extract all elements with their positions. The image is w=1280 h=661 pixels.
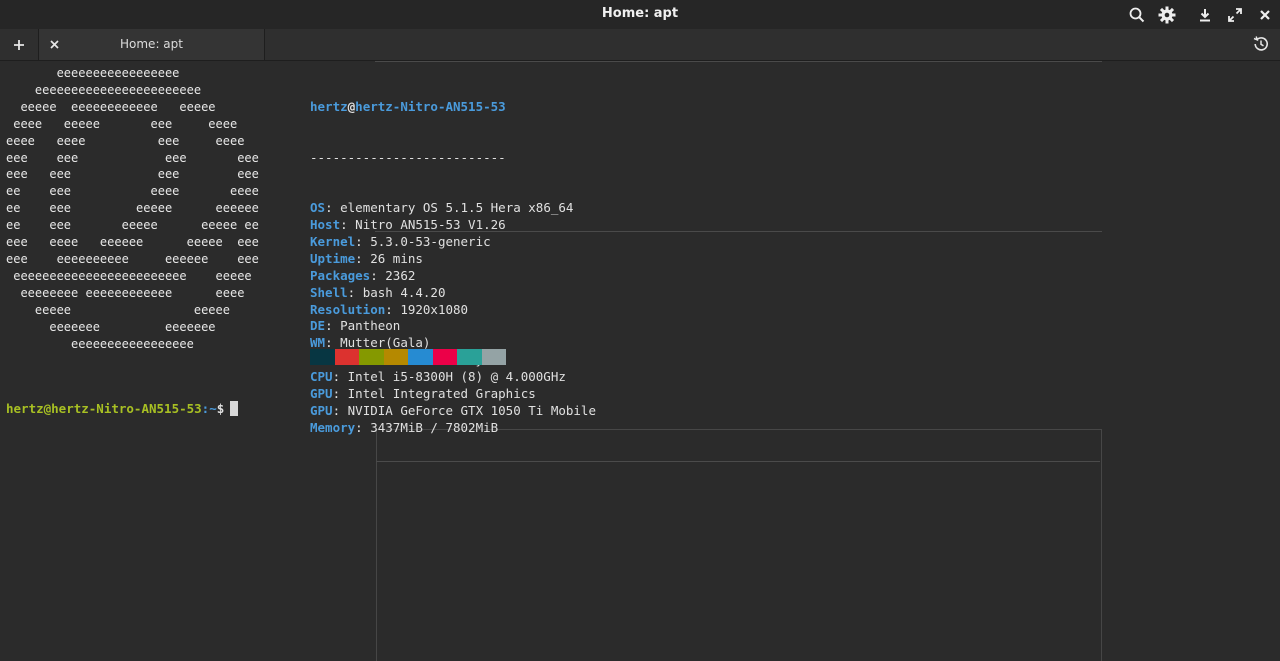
info-row-shell: Shell: bash 4.4.20 (310, 284, 446, 300)
info-value: 5.3.0-53-generic (370, 234, 491, 249)
palette-swatch (310, 349, 335, 365)
color-palette (310, 349, 506, 365)
info-host: hertz-Nitro-AN515-53 (355, 98, 506, 114)
prompt-symbol: $ (216, 401, 225, 416)
info-row-gpu: GPU: Intel Integrated Graphics (310, 386, 536, 402)
palette-swatch (334, 349, 359, 365)
info-value: 2362 (385, 267, 416, 283)
plus-icon (14, 39, 24, 50)
info-value: 1920x1080 (400, 301, 469, 317)
new-tab-button[interactable] (0, 29, 39, 60)
info-row-memory: Memory: 3437MiB / 7802MiB (310, 419, 499, 435)
palette-swatch (432, 349, 457, 365)
info-user: hertz (310, 98, 348, 114)
window-title: Home: apt (601, 6, 679, 21)
title-bar: Home: apt (0, 0, 1280, 29)
info-value: NVIDIA GeForce GTX 1050 Ti Mobile (347, 402, 596, 418)
gear-icon[interactable] (1156, 4, 1178, 26)
system-info: hertz@hertz-Nitro-AN515-53 -------------… (310, 65, 596, 471)
info-value: Pantheon (340, 318, 401, 334)
fullscreen-icon[interactable] (1224, 4, 1246, 26)
tab-label: Home: apt (120, 37, 183, 51)
palette-swatch (359, 349, 384, 365)
info-key: GPU (310, 402, 333, 418)
tab-bar: Home: apt (0, 29, 1280, 61)
info-key: DE (310, 318, 326, 334)
info-key: Memory (310, 419, 356, 435)
close-icon[interactable] (1254, 4, 1276, 26)
info-row-resolution: Resolution: 1920x1080 (310, 301, 469, 317)
info-value: Intel i5-8300H (8) @ 4.000GHz (347, 369, 566, 385)
info-row-uptime: Uptime: 26 mins (310, 250, 423, 266)
palette-swatch (457, 349, 482, 365)
palette-swatch (481, 349, 506, 365)
info-key: Uptime (310, 250, 356, 266)
info-value: Nitro AN515-53 V1.26 (355, 217, 506, 233)
prompt-path: :~ (201, 401, 217, 416)
info-row-kernel: Kernel: 5.3.0-53-generic (310, 234, 491, 249)
palette-swatch (383, 349, 408, 365)
user-host-line: hertz@hertz-Nitro-AN515-53 (310, 98, 506, 114)
info-key: OS (310, 200, 326, 216)
info-value: 3437MiB / 7802MiB (370, 419, 499, 435)
download-icon[interactable] (1194, 4, 1216, 26)
info-row-de: DE: Pantheon (310, 318, 401, 334)
info-value: 26 mins (370, 250, 423, 266)
info-key: Host (310, 217, 341, 233)
info-key: Packages (310, 267, 371, 283)
shell-prompt[interactable]: hertz@hertz-Nitro-AN515-53:~$ (6, 401, 239, 416)
info-value: bash 4.4.20 (362, 284, 446, 300)
tab-home-apt[interactable]: Home: apt (39, 29, 265, 60)
palette-swatch (408, 349, 433, 365)
text-cursor (230, 401, 239, 416)
history-icon[interactable] (1252, 35, 1272, 55)
info-key: CPU (310, 369, 333, 385)
terminal-area[interactable]: eeeeeeeeeeeeeeeee eeeeeeeeeeeeeeeeeeeeee… (0, 61, 1280, 661)
info-fields: OS: elementary OS 5.1.5 Hera x86_64 Host:… (310, 200, 596, 436)
info-value: Intel Integrated Graphics (347, 386, 536, 402)
info-value: elementary OS 5.1.5 Hera x86_64 (340, 200, 574, 216)
prompt-user-host: hertz@hertz-Nitro-AN515-53 (6, 401, 202, 416)
info-key: GPU (310, 386, 333, 402)
info-row-cpu: CPU: Intel i5-8300H (8) @ 4.000GHz (310, 369, 566, 385)
elementary-os-ascii-logo: eeeeeeeeeeeeeeeee eeeeeeeeeeeeeeeeeeeeee… (6, 66, 259, 351)
info-separator: -------------------------- (310, 149, 506, 165)
info-row-os: OS: elementary OS 5.1.5 Hera x86_64 (310, 200, 574, 216)
search-icon[interactable] (1126, 4, 1148, 26)
info-row-host: Host: Nitro AN515-53 V1.26 (310, 217, 506, 233)
info-key: Kernel (310, 234, 356, 249)
info-row-packages: Packages: 2362 (310, 267, 416, 283)
info-row-gpu: GPU: NVIDIA GeForce GTX 1050 Ti Mobile (310, 402, 596, 418)
info-key: Resolution (310, 301, 386, 317)
info-key: Shell (310, 284, 348, 300)
